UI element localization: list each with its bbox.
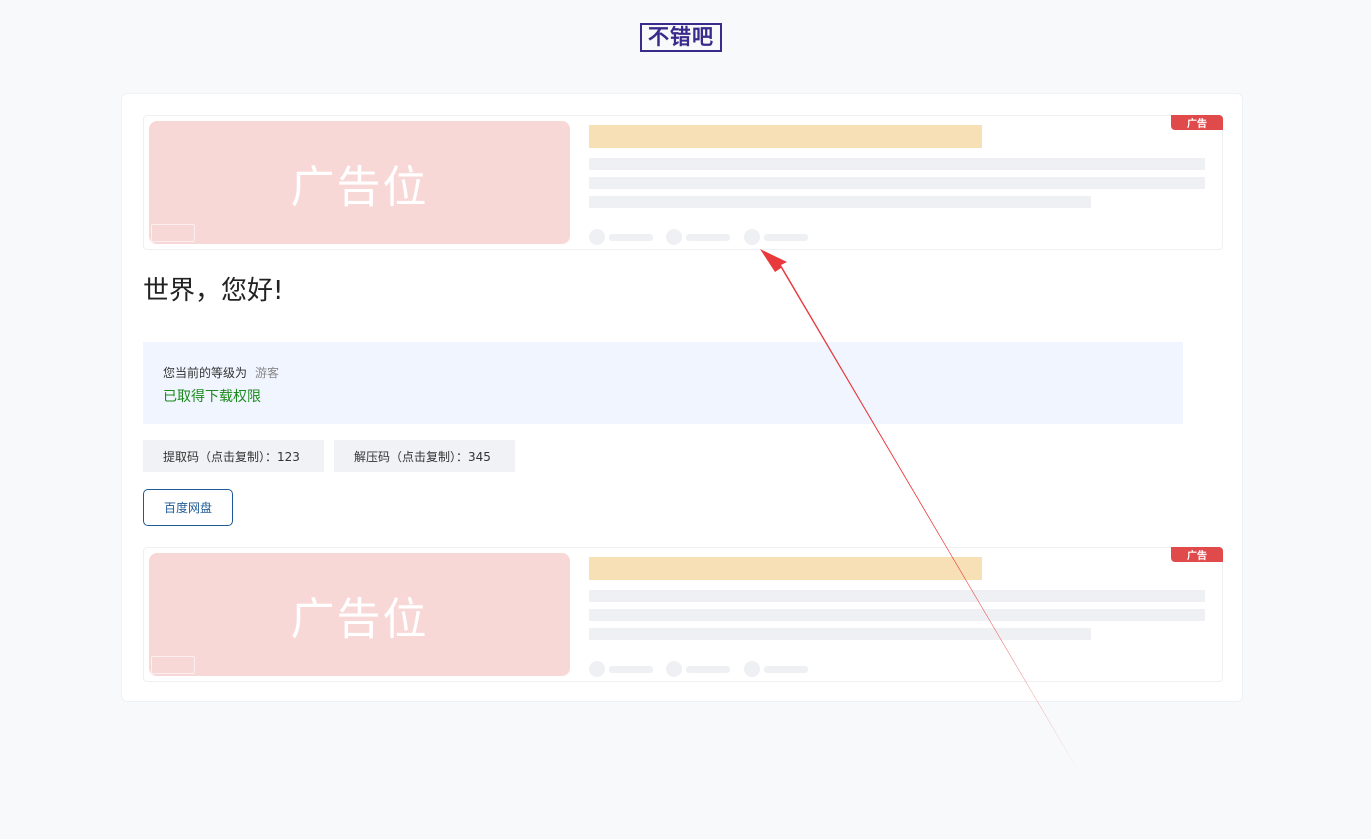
skeleton-meta	[744, 229, 808, 245]
ad-image-placeholder[interactable]: 广告位	[149, 553, 570, 676]
skeleton-line	[589, 628, 1091, 640]
skeleton-meta	[744, 661, 808, 677]
ad-image-label: 广告位	[290, 593, 429, 645]
ad-image-label: 广告位	[290, 161, 429, 213]
permission-status: 已取得下载权限	[163, 389, 261, 405]
baidu-pan-button[interactable]: 百度网盘	[143, 489, 233, 526]
skeleton-title	[589, 557, 982, 580]
extract-code-chip[interactable]: 提取码（点击复制）：123	[143, 440, 324, 472]
skeleton-line	[589, 590, 1205, 602]
skeleton-meta	[666, 661, 730, 677]
download-info-box: 您当前的等级为 游客 已取得下载权限	[143, 342, 1183, 424]
skeleton-line	[589, 177, 1205, 189]
page-title: 世界，您好!	[143, 276, 284, 306]
skeleton-meta	[589, 661, 653, 677]
skeleton-meta	[589, 229, 653, 245]
post-card: 广告位 广告 世界，您好! 您当前的等级为 游客 已取得下载权限 提取码（点击复制…	[121, 93, 1243, 702]
ad-banner-bottom[interactable]: 广告位 广告	[143, 547, 1223, 682]
skeleton-title	[589, 125, 982, 148]
skeleton-line	[589, 609, 1205, 621]
ad-ghost-tag	[151, 656, 195, 674]
ad-badge: 广告	[1171, 547, 1223, 562]
user-level-label: 您当前的等级为	[163, 366, 248, 380]
ad-banner-top[interactable]: 广告位 广告	[143, 115, 1223, 250]
ad-ghost-tag	[151, 224, 195, 242]
user-level-line: 您当前的等级为 游客	[163, 364, 279, 381]
unzip-code-chip[interactable]: 解压码（点击复制）：345	[334, 440, 515, 472]
skeleton-line	[589, 158, 1205, 170]
site-logo[interactable]: 不错吧	[640, 23, 722, 52]
skeleton-line	[589, 196, 1091, 208]
user-level-value: 游客	[255, 366, 280, 380]
skeleton-meta	[666, 229, 730, 245]
ad-badge: 广告	[1171, 115, 1223, 130]
ad-image-placeholder[interactable]: 广告位	[149, 121, 570, 244]
